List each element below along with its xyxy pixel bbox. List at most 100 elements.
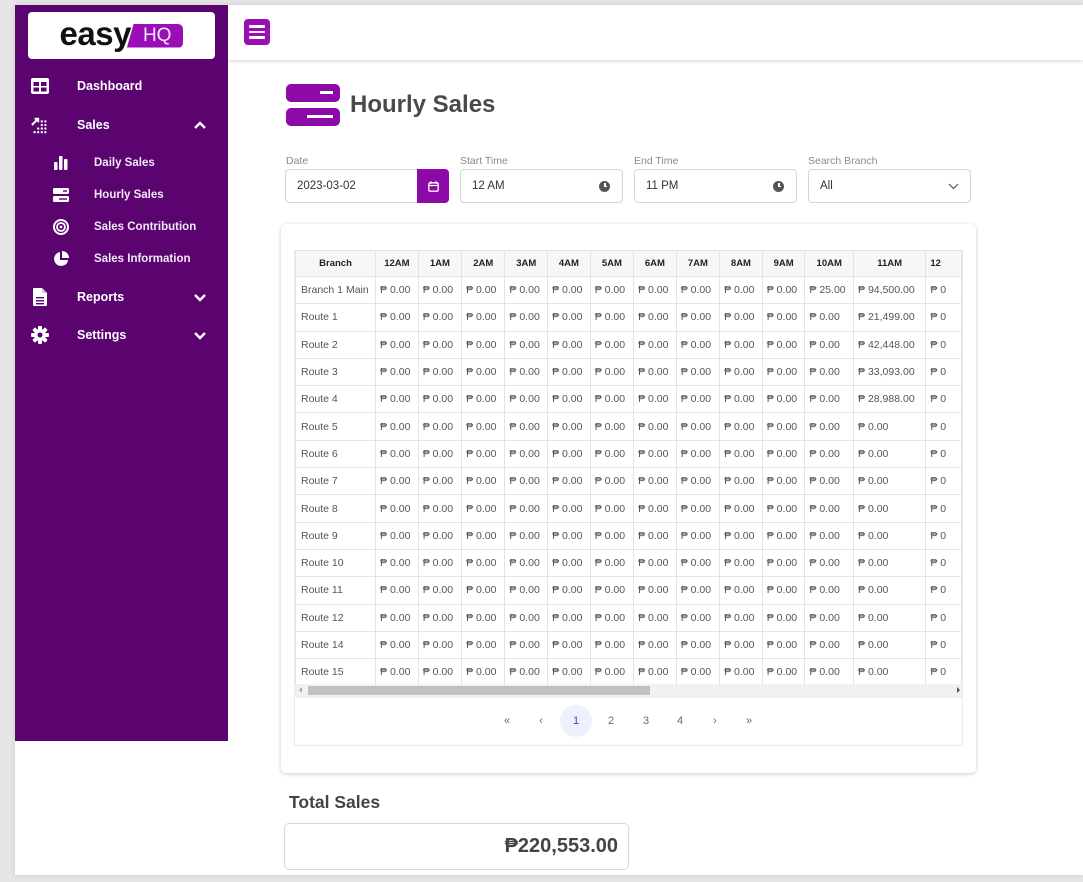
bar-chart-icon bbox=[53, 155, 69, 171]
branch-cell: Route 4 bbox=[295, 385, 377, 414]
sidebar-item-dashboard[interactable]: Dashboard bbox=[15, 71, 228, 101]
sales-cell: ₱ 0.00 bbox=[375, 303, 419, 332]
page-3-button[interactable]: 3 bbox=[630, 705, 662, 737]
sales-cell: ₱ 0.00 bbox=[375, 412, 419, 441]
sidebar-item-reports[interactable]: Reports bbox=[15, 282, 228, 312]
sales-cell: ₱ 0.00 bbox=[719, 439, 763, 469]
sales-cell: ₱ 0.00 bbox=[719, 357, 763, 387]
sidebar-item-hourly-sales[interactable]: Hourly Sales bbox=[15, 182, 228, 208]
logo[interactable]: easy HQ bbox=[28, 12, 215, 59]
sales-cell: ₱ 0.00 bbox=[633, 357, 677, 387]
sales-cell: ₱ 0.00 bbox=[504, 603, 549, 632]
logo-text-easy: easy bbox=[59, 15, 132, 52]
page-4-button[interactable]: 4 bbox=[664, 705, 696, 737]
sales-cell: ₱ 0.00 bbox=[589, 494, 635, 523]
horizontal-scrollbar[interactable] bbox=[295, 684, 962, 698]
sales-cell: ₱ 0.00 bbox=[547, 385, 591, 414]
sales-cell: ₱ 0.00 bbox=[675, 357, 721, 387]
branch-select[interactable]: All bbox=[808, 169, 971, 203]
menu-toggle-button[interactable] bbox=[244, 19, 270, 45]
page-1-button[interactable]: 1 bbox=[560, 705, 592, 737]
sales-cell: ₱ 0.00 bbox=[547, 275, 591, 305]
last-page-button[interactable]: » bbox=[733, 705, 765, 737]
pie-chart-icon bbox=[53, 251, 69, 267]
column-header-hour: 9AM bbox=[761, 250, 806, 277]
scrollbar-thumb[interactable] bbox=[308, 686, 650, 695]
sidebar-item-label: Reports bbox=[77, 290, 125, 304]
sidebar-item-sales[interactable]: Sales bbox=[15, 110, 228, 140]
sales-cell: ₱ 0.00 bbox=[853, 630, 927, 660]
table-row: Route 1 ₱ 0.00 ₱ 0.00 ₱ 0.00 ₱ 0.00 ₱ 0.00 ₱ 0… bbox=[295, 303, 962, 332]
chevron-down-icon bbox=[193, 290, 207, 304]
sales-cell: ₱ 0.00 bbox=[504, 494, 549, 523]
sales-cell: ₱ 0.00 bbox=[719, 303, 763, 332]
total-sales-value: ₱220,553.00 bbox=[504, 835, 618, 857]
sales-cell: ₱ 0.00 bbox=[675, 467, 721, 496]
table-row: Route 4 ₱ 0.00 ₱ 0.00 ₱ 0.00 ₱ 0.00 ₱ 0.00 ₱ 0… bbox=[295, 385, 962, 414]
sidebar-item-daily-sales[interactable]: Daily Sales bbox=[15, 150, 228, 176]
page-2-button[interactable]: 2 bbox=[595, 705, 627, 737]
sidebar-item-sales-contribution[interactable]: Sales Contribution bbox=[15, 214, 228, 240]
table-row: Branch 1 Main ₱ 0.00 ₱ 0.00 ₱ 0.00 ₱ 0.00 ₱ 0… bbox=[295, 275, 962, 305]
end-time-label: End Time bbox=[634, 155, 679, 167]
calendar-icon bbox=[427, 180, 439, 192]
sales-cell: ₱ 0.00 bbox=[417, 303, 463, 332]
gear-icon bbox=[31, 326, 49, 344]
branch-cell: Route 14 bbox=[295, 630, 377, 660]
scroll-left-arrow-icon[interactable] bbox=[299, 687, 302, 693]
sales-cell: ₱ 0.00 bbox=[417, 658, 463, 687]
sales-cell: ₱ 0.00 bbox=[804, 467, 855, 496]
next-page-button[interactable]: › bbox=[699, 705, 731, 737]
sales-cell: ₱ 0.00 bbox=[375, 521, 419, 550]
sales-cell: ₱ 0.00 bbox=[375, 467, 419, 496]
prev-page-button[interactable]: ‹ bbox=[525, 705, 557, 737]
sales-cell: ₱ 0.00 bbox=[761, 330, 806, 359]
sales-cell: ₱ 0.00 bbox=[589, 357, 635, 387]
date-value: 2023-03-02 bbox=[297, 180, 356, 192]
logo-text-hq: HQ bbox=[126, 23, 184, 48]
sales-cell: ₱ 0.00 bbox=[761, 467, 806, 496]
sales-cell: ₱ 0.00 bbox=[547, 330, 591, 359]
sales-cell: ₱ 0.00 bbox=[547, 658, 591, 687]
sales-cell: ₱ 0.00 bbox=[675, 330, 721, 359]
sales-cell: ₱ 0.00 bbox=[461, 603, 506, 632]
sales-cell: ₱ 0.00 bbox=[633, 603, 677, 632]
sales-cell: ₱ 0.00 bbox=[675, 521, 721, 550]
column-header-hour: 7AM bbox=[675, 250, 721, 277]
sales-cell: ₱ 0.00 bbox=[461, 548, 506, 578]
scroll-right-arrow-icon[interactable] bbox=[957, 687, 960, 693]
sales-cell: ₱ 0.00 bbox=[417, 494, 463, 523]
date-picker-button[interactable] bbox=[417, 169, 449, 203]
sales-cell: ₱ 0 bbox=[925, 467, 962, 496]
sales-cell: ₱ 0.00 bbox=[719, 521, 763, 550]
sales-cell: ₱ 0.00 bbox=[589, 275, 635, 305]
first-page-button[interactable]: « bbox=[491, 705, 523, 737]
sales-cell: ₱ 0.00 bbox=[761, 658, 806, 687]
sales-cell: ₱ 0.00 bbox=[719, 275, 763, 305]
sales-cell: ₱ 0.00 bbox=[375, 576, 419, 605]
sales-cell: ₱ 0.00 bbox=[461, 385, 506, 414]
dashboard-icon bbox=[31, 77, 49, 95]
sales-cell: ₱ 0.00 bbox=[375, 330, 419, 359]
table-row: Route 10 ₱ 0.00 ₱ 0.00 ₱ 0.00 ₱ 0.00 ₱ 0.00 ₱ … bbox=[295, 548, 962, 578]
end-time-field[interactable]: 11 PM bbox=[634, 169, 797, 203]
sales-cell: ₱ 0 bbox=[925, 548, 962, 578]
sales-cell: ₱ 0.00 bbox=[719, 467, 763, 496]
sidebar-item-sales-information[interactable]: Sales Information bbox=[15, 246, 228, 272]
table-scroll-container[interactable]: Branch 12AM 1AM 2AM 3AM 4AM 5AM 6AM 7AM 8AM 9AM 10A… bbox=[294, 250, 963, 746]
sales-cell: ₱ 0.00 bbox=[719, 330, 763, 359]
sales-cell: ₱ 0.00 bbox=[719, 548, 763, 578]
date-field[interactable]: 2023-03-02 bbox=[285, 169, 449, 203]
sales-cell: ₱ 0.00 bbox=[804, 603, 855, 632]
sales-cell: ₱ 0.00 bbox=[417, 275, 463, 305]
sidebar-item-settings[interactable]: Settings bbox=[15, 320, 228, 350]
sales-cell: ₱ 0.00 bbox=[719, 603, 763, 632]
top-bar bbox=[228, 5, 1083, 60]
target-icon bbox=[53, 219, 69, 235]
total-sales-box: ₱220,553.00 bbox=[284, 823, 629, 870]
sales-cell: ₱ 0.00 bbox=[461, 630, 506, 660]
sales-cell: ₱ 0.00 bbox=[761, 548, 806, 578]
branch-cell: Branch 1 Main bbox=[295, 275, 377, 305]
start-time-field[interactable]: 12 AM bbox=[460, 169, 623, 203]
sales-cell: ₱ 0.00 bbox=[461, 576, 506, 605]
